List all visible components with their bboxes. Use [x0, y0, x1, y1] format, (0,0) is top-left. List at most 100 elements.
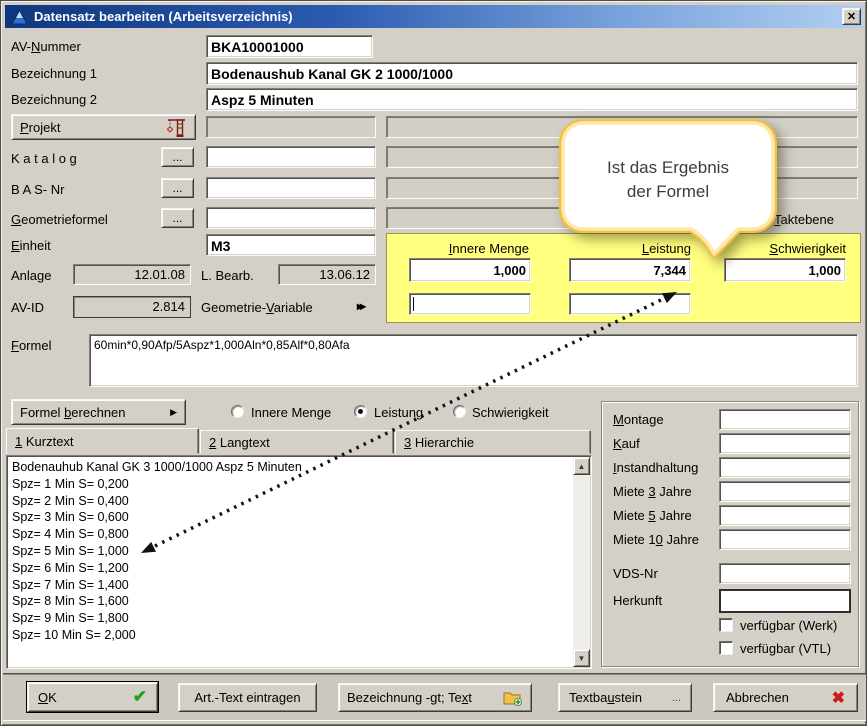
- miete-5-jahre-input[interactable]: [719, 505, 851, 526]
- geometrieformel-field-2: [386, 207, 766, 229]
- av-id-field: 2.814: [73, 296, 191, 318]
- radio-leistung-label: Leistung: [374, 405, 423, 420]
- miete-10-jahre-label: Miete 10 Jahre: [613, 532, 699, 547]
- crane-icon: [165, 116, 187, 138]
- kurztext-line: Spz= 7 Min S= 1,400: [12, 577, 569, 594]
- projekt-button-label: Projekt: [20, 120, 60, 135]
- abbrechen-x-icon: ✖: [832, 688, 845, 708]
- projekt-button[interactable]: Projekt: [11, 114, 196, 140]
- kurztext-line: Spz= 8 Min S= 1,600: [12, 593, 569, 610]
- geometrieformel-browse-button[interactable]: ...: [161, 208, 194, 228]
- einheit-label: Einheit: [11, 238, 51, 253]
- herkunft-label: Herkunft: [613, 593, 662, 608]
- geometrieformel-input[interactable]: [206, 207, 376, 229]
- art-text-eintragen-label: Art.-Text eintragen: [194, 690, 300, 705]
- katalog-browse-button[interactable]: ...: [161, 147, 194, 167]
- tab-kurztext[interactable]: 1 Kurztext: [6, 428, 199, 454]
- radio-schwierigkeit[interactable]: [453, 405, 466, 418]
- schwierigkeit-label: Schwierigkeit: [724, 241, 846, 256]
- kurztext-line: Spz= 4 Min S= 0,800: [12, 526, 569, 543]
- kurztext-line: Spz= 9 Min S= 1,800: [12, 610, 569, 627]
- dialog-window: Datensatz bearbeiten (Arbeitsverzeichnis…: [0, 0, 867, 726]
- formel-label: Formel: [11, 338, 51, 353]
- innere-menge-input[interactable]: 1,000: [409, 258, 531, 282]
- formel-berechnen-button[interactable]: Formel berechnen ▶: [11, 399, 186, 425]
- textbaustein-button[interactable]: Textbaustein ...: [558, 683, 692, 712]
- formel-berechnen-label: Formel berechnen: [20, 405, 126, 420]
- radio-schwierigkeit-label: Schwierigkeit: [472, 405, 549, 420]
- kurztext-textarea[interactable]: Bodenauhub Kanal GK 3 1000/1000 Aspz 5 M…: [6, 455, 592, 669]
- abbrechen-button[interactable]: Abbrechen ✖: [713, 683, 858, 712]
- katalog-label: K a t a l o g: [11, 151, 77, 166]
- bezeichnung2-input[interactable]: Aspz 5 Minuten: [206, 88, 858, 111]
- scroll-up-icon: ▲: [578, 462, 586, 471]
- verfuegbar-vtl-checkbox[interactable]: [719, 641, 733, 655]
- geometrie-variable-expand-icon[interactable]: ▸▸: [357, 299, 363, 313]
- l-bearb-field: 13.06.12: [278, 264, 376, 285]
- miete-5-jahre-label: Miete 5 Jahre: [613, 508, 692, 523]
- instandhaltung-label: Instandhaltung: [613, 460, 698, 475]
- anlage-field: 12.01.08: [73, 264, 191, 285]
- av-id-label: AV-ID: [11, 300, 44, 315]
- formel-textarea[interactable]: 60min*0,90Afp/5Aspz*1,000Aln*0,85Alf*0,8…: [89, 334, 858, 387]
- bezeichnung-text-label: Bezeichnung -gt; Text: [347, 690, 472, 705]
- projekt-field-1: [206, 116, 376, 138]
- bezeichnung-text-button[interactable]: Bezeichnung -gt; Text: [338, 683, 532, 712]
- close-icon: ✕: [847, 10, 856, 23]
- miete-3-jahre-input[interactable]: [719, 481, 851, 502]
- taktebene-label: Taktebene: [774, 212, 834, 227]
- kurztext-line: Spz= 10 Min S= 2,000: [12, 627, 569, 644]
- textbaustein-dots: ...: [672, 692, 681, 704]
- leistung-input[interactable]: 7,344: [569, 258, 691, 282]
- kurztext-line: Spz= 5 Min S= 1,000: [12, 543, 569, 560]
- bezeichnung1-label: Bezeichnung 1: [11, 66, 97, 81]
- bezeichnung2-label: Bezeichnung 2: [11, 92, 97, 107]
- scroll-down-button[interactable]: ▼: [573, 649, 590, 667]
- vds-nr-label: VDS-Nr: [613, 566, 658, 581]
- katalog-input[interactable]: [206, 146, 376, 168]
- bas-nr-input[interactable]: [206, 177, 376, 199]
- close-button[interactable]: ✕: [842, 8, 861, 25]
- menu-arrow-icon: ▶: [170, 407, 177, 418]
- bas-nr-browse-button[interactable]: ...: [161, 178, 194, 198]
- art-text-eintragen-button[interactable]: Art.-Text eintragen: [178, 683, 317, 712]
- tab-hierarchie[interactable]: 3 Hierarchie: [395, 430, 591, 454]
- geometrie-variable-label: Geometrie-Variable: [201, 300, 313, 315]
- herkunft-input[interactable]: [719, 589, 851, 613]
- kurztext-line: Spz= 3 Min S= 0,600: [12, 509, 569, 526]
- verfuegbar-werk-checkbox[interactable]: [719, 618, 733, 632]
- miete-10-jahre-input[interactable]: [719, 529, 851, 550]
- leistung-input-2[interactable]: [569, 293, 691, 315]
- anlage-label: Anlage: [11, 268, 51, 283]
- av-nummer-input[interactable]: BKA10001000: [206, 35, 373, 58]
- bezeichnung1-input[interactable]: Bodenaushub Kanal GK 2 1000/1000: [206, 62, 858, 85]
- innere-menge-label: Innere Menge: [409, 241, 529, 256]
- bas-nr-label: B A S- Nr: [11, 182, 64, 197]
- radio-innere-menge[interactable]: [231, 405, 244, 418]
- text-caret: [413, 297, 414, 311]
- schwierigkeit-input[interactable]: 1,000: [724, 258, 846, 282]
- scroll-up-button[interactable]: ▲: [573, 457, 590, 475]
- title-bar: Datensatz bearbeiten (Arbeitsverzeichnis…: [5, 5, 863, 28]
- verfuegbar-werk-label: verfügbar (Werk): [740, 618, 837, 633]
- ok-button[interactable]: OK ✔: [27, 682, 158, 712]
- scrollbar[interactable]: ▲ ▼: [573, 457, 590, 667]
- montage-input[interactable]: [719, 409, 851, 430]
- app-triangle-icon: [11, 9, 28, 25]
- ok-check-icon: ✔: [133, 687, 147, 707]
- kurztext-line: Spz= 1 Min S= 0,200: [12, 476, 569, 493]
- kauf-label: Kauf: [613, 436, 640, 451]
- window-title: Datensatz bearbeiten (Arbeitsverzeichnis…: [34, 9, 293, 24]
- radio-innere-menge-label: Innere Menge: [251, 405, 331, 420]
- kauf-input[interactable]: [719, 433, 851, 454]
- instandhaltung-input[interactable]: [719, 457, 851, 478]
- montage-label: Montage: [613, 412, 664, 427]
- radio-leistung[interactable]: [354, 405, 367, 418]
- einheit-input[interactable]: M3: [206, 234, 376, 256]
- vds-nr-input[interactable]: [719, 563, 851, 584]
- textbaustein-label: Textbaustein: [569, 690, 642, 705]
- tab-langtext[interactable]: 2 Langtext: [200, 430, 394, 454]
- ok-button-label: OK: [38, 690, 57, 705]
- innere-menge-input-2[interactable]: [409, 293, 531, 315]
- katalog-field-2: [386, 146, 858, 168]
